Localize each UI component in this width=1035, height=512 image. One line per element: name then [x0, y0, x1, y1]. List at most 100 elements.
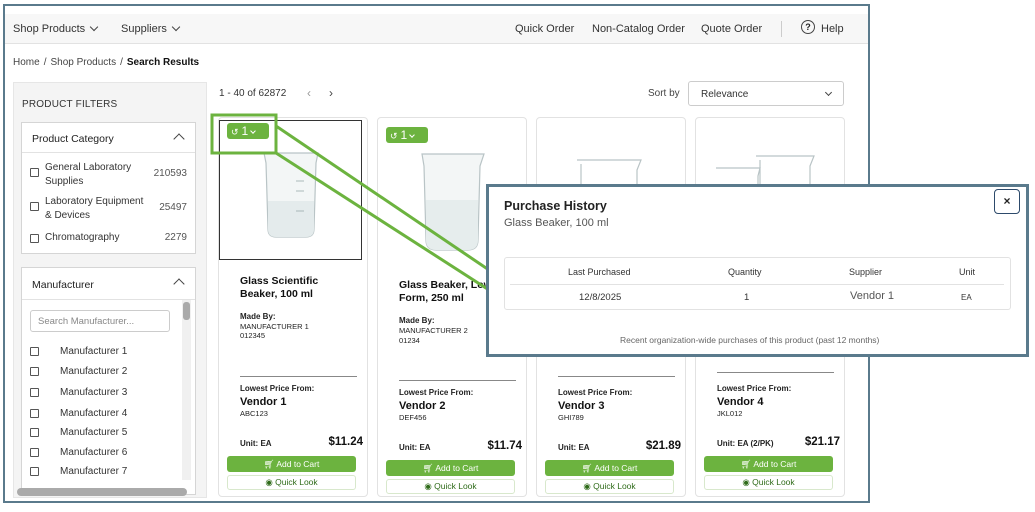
- eye-icon: ◉: [265, 477, 276, 487]
- category-filter-box: Product Category General Laboratory Suppl…: [21, 122, 196, 254]
- checkbox[interactable]: [30, 448, 39, 457]
- checkbox[interactable]: [30, 467, 39, 476]
- table-divider: [510, 284, 1004, 285]
- lowest-price-label: Lowest Price From:: [558, 388, 633, 397]
- vendor-name[interactable]: Vendor 3: [558, 400, 604, 412]
- prev-page-button[interactable]: ‹: [307, 86, 311, 100]
- category-filter-header[interactable]: Product Category: [22, 123, 195, 153]
- manufacturer-filter-header[interactable]: Manufacturer: [22, 268, 195, 300]
- nav-shop-products-label: Shop Products: [13, 23, 86, 35]
- manufacturer-item[interactable]: Manufacturer 1: [30, 346, 170, 360]
- chevron-up-icon[interactable]: [173, 133, 185, 145]
- made-by-label: Made By:: [399, 316, 435, 325]
- checkbox[interactable]: [30, 347, 39, 356]
- nav-suppliers[interactable]: Suppliers: [121, 22, 181, 35]
- manufacturer-item[interactable]: Manufacturer 5: [30, 427, 170, 441]
- beaker-image: [263, 152, 319, 238]
- manufacturer-label: Manufacturer 2: [60, 366, 128, 377]
- manufacturer-label: Manufacturer 3: [60, 387, 128, 398]
- checkbox[interactable]: [30, 202, 39, 211]
- manufacturer-item[interactable]: Manufacturer 6: [30, 447, 170, 461]
- price: $21.17: [804, 436, 840, 448]
- quick-look-button[interactable]: ◉ Quick Look: [227, 475, 356, 490]
- category-label-line: Supplies: [45, 176, 84, 187]
- vendor-code: JKL012: [717, 409, 743, 418]
- history-count: 1: [400, 128, 408, 142]
- manufacturer-code: 012345: [240, 331, 266, 340]
- category-label: Chromatography: [45, 232, 120, 243]
- help-circle-icon[interactable]: ?: [801, 20, 815, 34]
- vendor-code: DEF456: [399, 413, 427, 422]
- vendor-name[interactable]: Vendor 1: [240, 396, 286, 408]
- chevron-down-icon: [250, 128, 257, 134]
- add-to-cart-button[interactable]: 🛒︎ Add to Cart: [227, 456, 356, 472]
- table-cell: 12/8/2025: [579, 292, 622, 303]
- vendor-code: ABC123: [240, 409, 268, 418]
- vendor-code: GHI789: [558, 413, 584, 422]
- category-label: Laboratory Equipment & Devices: [45, 195, 143, 223]
- manufacturer-item[interactable]: Manufacturer 7: [30, 466, 170, 480]
- quick-look-button[interactable]: ◉ Quick Look: [386, 479, 515, 494]
- manufacturer-item[interactable]: Manufacturer 2: [30, 366, 170, 380]
- category-item[interactable]: General Laboratory Supplies 210593: [22, 161, 195, 191]
- column-header: Unit: [959, 267, 976, 277]
- nav-help[interactable]: Help: [821, 23, 844, 35]
- manufacturer-item[interactable]: Manufacturer 3: [30, 387, 170, 401]
- manufacturer-label: Manufacturer 4: [60, 408, 128, 419]
- scrollbar-thumb[interactable]: [183, 302, 190, 320]
- unit-label: Unit: EA: [240, 439, 272, 448]
- breadcrumb-shop-products[interactable]: Shop Products: [50, 57, 116, 68]
- add-to-cart-label: Add to Cart: [435, 463, 479, 473]
- horizontal-scrollbar[interactable]: [17, 488, 187, 496]
- manufacturer-item[interactable]: Manufacturer 4: [30, 408, 170, 422]
- quick-look-button[interactable]: ◉ Quick Look: [704, 475, 833, 490]
- category-item[interactable]: Chromatography 2279: [22, 232, 195, 248]
- manufacturer-label: Manufacturer 7: [60, 466, 128, 477]
- next-page-button[interactable]: ›: [329, 86, 333, 100]
- table-cell: 1: [744, 292, 750, 303]
- checkbox[interactable]: [30, 428, 39, 437]
- vendor-name[interactable]: Vendor 4: [717, 396, 763, 408]
- chevron-down-icon: [171, 22, 181, 32]
- nav-shop-products[interactable]: Shop Products: [13, 22, 99, 35]
- product-image-frame[interactable]: [219, 120, 362, 260]
- checkbox[interactable]: [30, 388, 39, 397]
- nav-quick-order[interactable]: Quick Order: [515, 23, 574, 35]
- quick-look-label: Quick Look: [275, 477, 318, 487]
- nav-non-catalog-order[interactable]: Non-Catalog Order: [592, 23, 685, 35]
- column-header: Quantity: [728, 267, 762, 277]
- checkbox[interactable]: [30, 168, 39, 177]
- close-button[interactable]: ×: [994, 189, 1020, 214]
- popup-footer-note: Recent organization-wide purchases of th…: [620, 335, 880, 345]
- add-to-cart-label: Add to Cart: [753, 459, 797, 469]
- product-name[interactable]: Glass Scientific Beaker, 100 ml: [240, 275, 355, 301]
- sort-select[interactable]: Relevance: [688, 81, 844, 106]
- made-by-label: Made By:: [240, 312, 276, 321]
- product-filters-panel: PRODUCT FILTERS Product Category General…: [13, 82, 207, 498]
- category-label-line: General Laboratory: [45, 162, 132, 173]
- divider: [399, 380, 516, 381]
- add-to-cart-button[interactable]: 🛒︎ Add to Cart: [545, 460, 674, 476]
- add-to-cart-button[interactable]: 🛒︎ Add to Cart: [386, 460, 515, 476]
- checkbox[interactable]: [30, 367, 39, 376]
- purchase-history-table: Last Purchased Quantity Supplier Unit 12…: [504, 257, 1011, 310]
- quick-look-button[interactable]: ◉ Quick Look: [545, 479, 674, 494]
- vertical-scrollbar[interactable]: [182, 300, 191, 480]
- category-item[interactable]: Laboratory Equipment & Devices 25497: [22, 195, 195, 225]
- lowest-price-label: Lowest Price From:: [717, 384, 792, 393]
- manufacturer-name: MANUFACTURER 2: [399, 326, 468, 335]
- purchase-history-badge[interactable]: ↺ 1: [386, 127, 428, 143]
- vendor-name[interactable]: Vendor 2: [399, 400, 445, 412]
- chevron-up-icon[interactable]: [173, 278, 185, 290]
- nav-quote-order[interactable]: Quote Order: [701, 23, 762, 35]
- manufacturer-filter-box: Manufacturer Search Manufacturer... Manu…: [21, 267, 196, 495]
- manufacturer-search-input[interactable]: Search Manufacturer...: [30, 310, 170, 332]
- add-to-cart-button[interactable]: 🛒︎ Add to Cart: [704, 456, 833, 472]
- checkbox[interactable]: [30, 234, 39, 243]
- history-icon: ↺: [231, 127, 239, 137]
- checkbox[interactable]: [30, 409, 39, 418]
- add-to-cart-label: Add to Cart: [276, 459, 320, 469]
- quick-look-label: Quick Look: [752, 477, 795, 487]
- purchase-history-badge[interactable]: ↺ 1: [227, 123, 269, 139]
- breadcrumb-home[interactable]: Home: [13, 57, 40, 68]
